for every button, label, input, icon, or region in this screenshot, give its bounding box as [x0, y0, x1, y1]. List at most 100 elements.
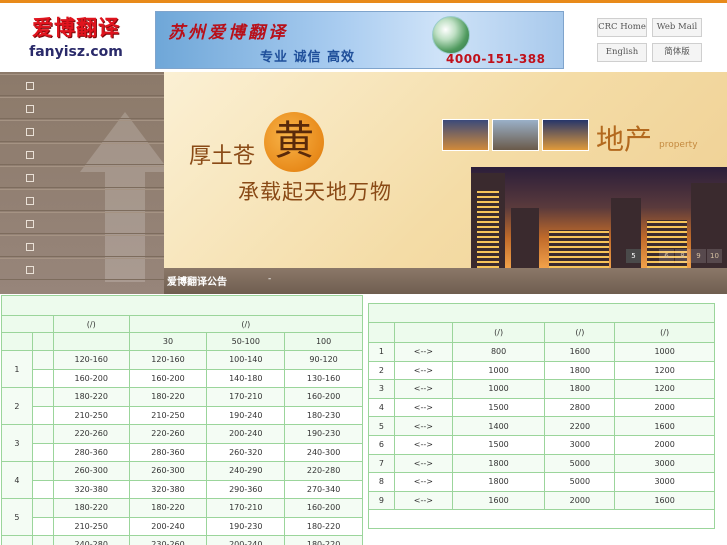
blank-cell [31, 535, 54, 545]
table-cell: 1200 [614, 379, 715, 399]
table-cell: 6 [368, 434, 395, 455]
table-cell: 1800 [451, 453, 546, 474]
table-cell: 5 [368, 416, 395, 436]
table-cell: 180-220 [128, 498, 208, 518]
square-bullet-icon [26, 82, 34, 90]
slide-page-10[interactable]: 10 [707, 249, 722, 263]
table-cell: 160-200 [284, 387, 363, 407]
slide-page-9[interactable]: 9 [691, 249, 706, 263]
table-cell: 180-220 [284, 535, 363, 545]
square-bullet-icon [26, 266, 34, 274]
table-cell: 170-210 [206, 498, 286, 518]
crc-home-link[interactable]: CRC Home [597, 18, 647, 37]
table-cell: 200-240 [206, 535, 286, 545]
blank-cell [31, 442, 54, 462]
table-row: 210-250 200-240 190-230 180-220 [2, 516, 363, 536]
nav-item-1[interactable] [0, 74, 164, 96]
table-cell: <--> [393, 416, 453, 436]
table-cell: 1000 [451, 360, 546, 381]
table-row: 1 120-160 120-160 100-140 90-120 [1, 350, 363, 388]
table-header-row: 30 50-100 100 [1, 332, 363, 351]
table-cell: 320-380 [52, 479, 130, 499]
table-cell: 260-300 [128, 461, 208, 481]
table-header-row: (/) (/) [1, 315, 364, 333]
table-cell: 5000 [544, 472, 616, 492]
square-bullet-icon [26, 128, 34, 136]
nav-item-3[interactable] [0, 120, 164, 142]
table-cell: 220-260 [52, 424, 130, 444]
english-link[interactable]: English [597, 43, 647, 62]
table-cell: 220-260 [128, 424, 208, 444]
slide-page-6[interactable]: 6 [659, 249, 674, 263]
table-cell: 1600 [614, 416, 715, 436]
table-row: 9 <--> 1600 2000 1600 [368, 490, 715, 511]
table-cell: 1 [368, 342, 395, 362]
table-cell: 170-210 [206, 387, 286, 407]
table-cell: 9 [368, 490, 395, 511]
table-cell: 8 [368, 472, 395, 492]
notice-text[interactable]: - [268, 274, 271, 284]
table-cell: 1800 [451, 472, 546, 492]
header-cell: (/) [614, 322, 715, 343]
promo-headline-2: 承载起天地万物 [238, 180, 392, 204]
table-cell: <--> [393, 397, 453, 418]
table-cell: 1500 [451, 434, 546, 455]
table-cell: 180-220 [52, 387, 130, 407]
table-cell: 1600 [544, 342, 616, 362]
simplified-chinese-link[interactable]: 简体版 [652, 43, 702, 62]
table-cell: <--> [393, 434, 453, 455]
blank-cell [31, 368, 54, 388]
side-navigation [0, 72, 170, 294]
blank-cell [31, 498, 54, 518]
header-cell: 30 [128, 332, 208, 351]
table-cell: 1200 [614, 360, 715, 381]
blank-cell [31, 516, 54, 536]
logo-text: 爱博翻译 [32, 15, 120, 40]
price-table-rates: (/) (/) (/) 1 <--> 800 1600 1000 2 <--> 1000 180… [368, 303, 715, 530]
blank-cell [31, 350, 54, 370]
nav-item-5[interactable] [0, 166, 164, 188]
nav-item-7[interactable] [0, 212, 164, 234]
table-cell: 200-240 [128, 516, 208, 536]
row-number-cell: 4 [1, 461, 33, 499]
nav-item-6[interactable] [0, 189, 164, 211]
table-cell: 140-180 [206, 368, 286, 388]
nav-item-2[interactable] [0, 97, 164, 119]
property-thumbnail-3[interactable] [542, 119, 589, 151]
nav-item-4[interactable] [0, 143, 164, 165]
nav-item-8[interactable] [0, 235, 164, 257]
table-row: 4 <--> 1500 2800 2000 [368, 397, 715, 418]
table-cell: 190-230 [284, 424, 363, 444]
table-cell: 1800 [544, 360, 616, 381]
header-banner[interactable]: 苏州爱博翻译 专业 诚信 高效 4000-151-388 [155, 11, 564, 69]
table-cell: 180-220 [52, 498, 130, 518]
promo-headline-1: 厚土苍 [189, 144, 256, 169]
site-logo[interactable]: 爱博翻译 fanyisz.com [22, 10, 130, 68]
hero-section: 厚土苍 黄 承载起天地万物 地产 property 5 6 8 9 10 爱博翻… [0, 72, 727, 294]
slide-page-5[interactable]: 5 [626, 249, 641, 263]
nav-item-9[interactable] [0, 258, 164, 280]
square-bullet-icon [26, 174, 34, 182]
table-cell: 7 [368, 453, 395, 474]
table-cell: 3000 [614, 453, 715, 474]
row-number-cell: 1 [1, 350, 33, 388]
table-cell: 240-280 [52, 535, 130, 545]
row-number-cell: 3 [1, 424, 33, 462]
slide-page-8[interactable]: 8 [675, 249, 690, 263]
table-title-row [368, 303, 715, 323]
table-cell: 800 [451, 342, 546, 362]
table-cell: 160-200 [284, 498, 363, 518]
property-thumbnail-1[interactable] [442, 119, 489, 151]
row-number-cell [1, 535, 33, 545]
promo-slide[interactable]: 厚土苍 黄 承载起天地万物 地产 property 5 6 8 9 10 [164, 72, 727, 268]
table-cell: 1000 [614, 342, 715, 362]
banner-phone: 4000-151-388 [446, 52, 546, 66]
table-cell: 320-380 [128, 479, 208, 499]
logo-domain: fanyisz.com [29, 44, 123, 60]
header-cell: (/) [52, 315, 130, 333]
web-mail-link[interactable]: Web Mail [652, 18, 702, 37]
table-cell: 180-220 [128, 387, 208, 407]
table-cell: 190-240 [206, 405, 286, 425]
property-thumbnail-2[interactable] [492, 119, 539, 151]
table-row: 210-250 210-250 190-240 180-230 [2, 405, 363, 425]
